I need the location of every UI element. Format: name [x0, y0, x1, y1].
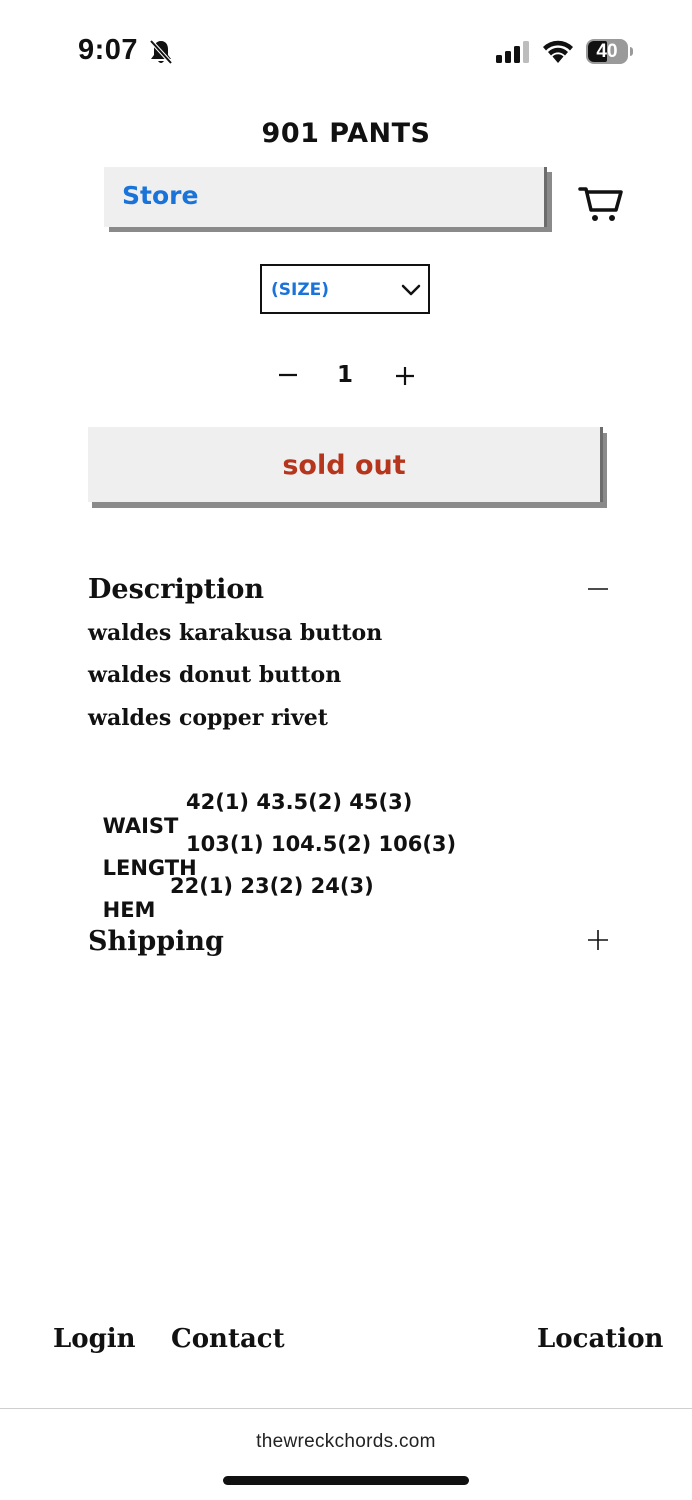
store-label: Store — [122, 181, 199, 210]
description-line: waldes karakusa button — [88, 620, 383, 646]
wifi-icon — [543, 40, 573, 63]
expand-icon[interactable] — [586, 928, 610, 952]
spec-value: 42(1) 43.5(2) 45(3) — [186, 790, 413, 814]
size-select-value: (SIZE) — [271, 280, 330, 300]
shipping-heading[interactable]: Shipping — [88, 926, 224, 957]
quantity-increase-button[interactable] — [393, 362, 417, 390]
url-bar[interactable]: thewreckchords.com — [0, 1431, 692, 1453]
battery-level: 40 — [596, 41, 618, 62]
store-button[interactable]: Store — [104, 167, 547, 227]
cellular-signal-icon — [496, 41, 529, 63]
spec-label: HEM — [102, 898, 156, 922]
contact-link[interactable]: Contact — [171, 1324, 285, 1354]
description-heading[interactable]: Description — [88, 574, 264, 605]
battery-icon: 40 — [586, 39, 634, 64]
quantity-value: 1 — [336, 362, 353, 388]
size-select[interactable]: (SIZE) — [260, 264, 430, 314]
quantity-decrease-button[interactable] — [276, 360, 300, 390]
home-indicator[interactable] — [223, 1476, 469, 1485]
cart-icon[interactable] — [578, 183, 624, 223]
collapse-icon[interactable] — [587, 580, 609, 598]
description-line: waldes donut button — [88, 662, 342, 688]
location-link[interactable]: Location — [537, 1324, 663, 1354]
description-line: waldes copper rivet — [88, 705, 328, 731]
status-time: 9:07 — [78, 34, 139, 66]
spec-value: 22(1) 23(2) 24(3) — [170, 874, 374, 898]
bell-slash-icon — [149, 39, 173, 65]
chevron-down-icon — [401, 284, 421, 296]
login-link[interactable]: Login — [53, 1324, 136, 1354]
spec-value: 103(1) 104.5(2) 106(3) — [186, 832, 457, 856]
browser-divider — [0, 1408, 692, 1409]
page-title: 901 PANTS — [261, 118, 431, 149]
sold-out-button[interactable]: sold out — [88, 427, 603, 502]
